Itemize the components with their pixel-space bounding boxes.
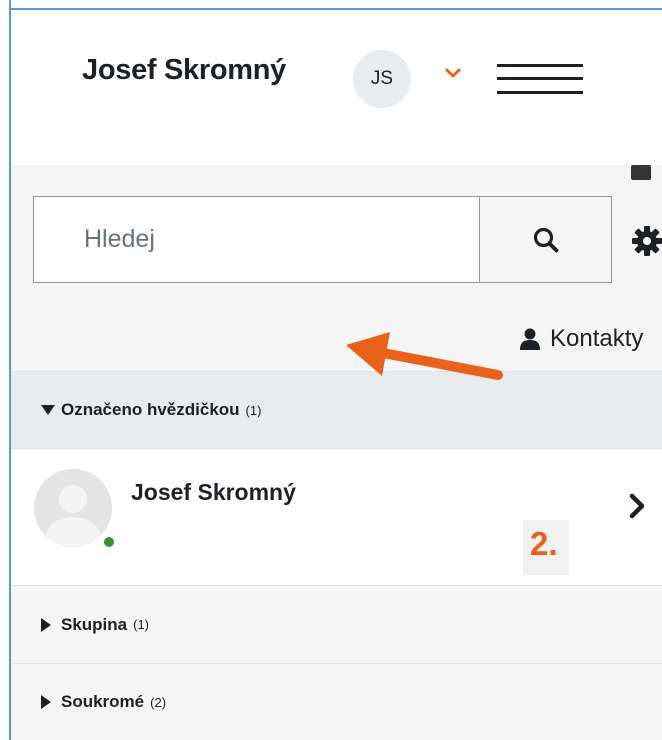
user-menu-name[interactable]: Josef Skromný: [82, 54, 286, 87]
default-user-icon: [34, 469, 112, 547]
caret-right-icon: [41, 695, 51, 709]
gear-icon[interactable]: [630, 224, 662, 258]
section-private-count: (2): [150, 694, 167, 710]
caret-down-icon: [41, 405, 55, 415]
section-group-label: Skupina: [61, 614, 128, 634]
hamburger-menu-icon[interactable]: [497, 60, 583, 98]
contact-name: Josef Skromný: [131, 479, 296, 505]
annotation-label: 2.: [530, 525, 558, 562]
search-input[interactable]: Hledej: [33, 196, 479, 283]
contacts-link-label: Kontakty: [550, 325, 644, 352]
contact-avatar: [34, 469, 112, 547]
chevron-down-icon[interactable]: [442, 62, 464, 84]
section-starred-label: Označeno hvězdičkou: [61, 400, 240, 419]
window-icon[interactable]: [631, 165, 651, 180]
page-header: Josef Skromný JS: [11, 10, 662, 165]
online-status-dot: [102, 535, 116, 549]
app-window: Josef Skromný JS Hledej Kontakty Označen…: [0, 0, 662, 740]
user-icon: [520, 328, 540, 350]
annotation-arrow-icon: [346, 332, 503, 380]
section-group-count: (1): [133, 617, 150, 632]
search-icon: [533, 227, 558, 252]
section-starred-count: (1): [245, 402, 262, 418]
section-private[interactable]: Soukromé (2): [11, 663, 662, 740]
messaging-drawer: Hledej Kontakty Označeno hvězdičkou (1) …: [11, 165, 662, 740]
section-private-label: Soukromé: [61, 692, 145, 711]
chevron-right-icon[interactable]: [627, 492, 649, 520]
section-starred[interactable]: Označeno hvězdičkou (1): [11, 371, 662, 448]
user-avatar[interactable]: JS: [353, 50, 411, 108]
user-initials: JS: [370, 68, 394, 89]
contacts-link[interactable]: Kontakty: [518, 325, 643, 353]
search-button[interactable]: [479, 196, 612, 283]
section-group[interactable]: Skupina (1): [11, 585, 662, 663]
caret-right-icon: [41, 617, 51, 632]
